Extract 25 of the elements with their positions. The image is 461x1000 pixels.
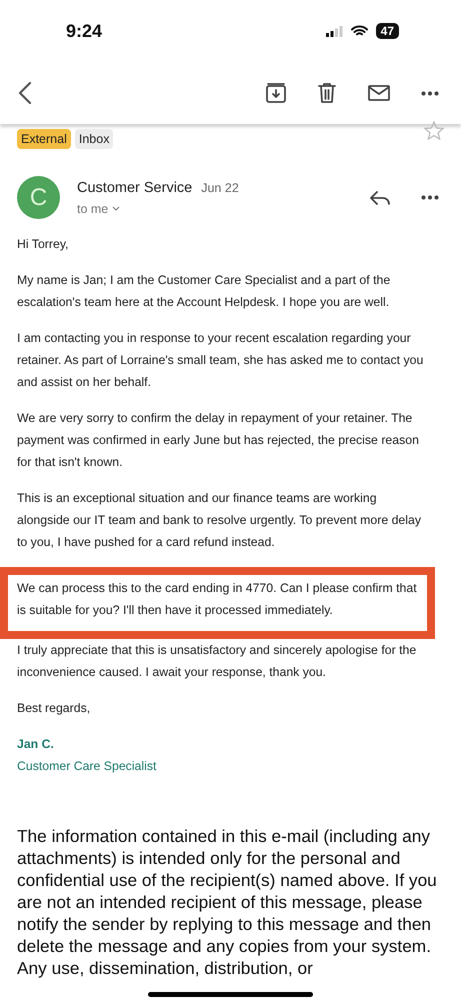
greeting: Hi Torrey, [17,236,70,253]
disclaimer-text: The information contained in this e-mail (including any attachments) is intended only for the personal and confidential use of the recipient(s) named above. If you are not an intended recipient of this message, please notify the sender by replying to this message and then delete the message and any copies from your system. Any use, dissemination, distribution, or [16,825,438,979]
body-paragraph: We can process this to the card ending in 4770. Can I please confirm that is suitable for you? I'll then have it processed immediately. [17,580,418,619]
more-icon [421,90,439,96]
signature-title: Customer Care Specialist [17,758,158,775]
body-paragraph: We are very sorry to confirm the delay in repayment of your retainer. The payment was confirmed in early June but has rejected, the precise reason for that isn't known. [17,410,420,471]
message-date: Jun 22 [201,180,239,194]
battery-level: 47 [376,23,399,39]
sender-avatar: C [17,176,60,219]
body-paragraph: This is an exceptional situation and our finance teams are working alongside our IT team and bank to resolve urgently. To prevent more delay to you, I have pushed for a card refund instead. [17,490,422,551]
body-paragraph: I truly appreciate that this is unsatisfactory and sincerely apologise for the inconvenience caused. I await your response, thank you. [17,642,418,681]
chevron-down-icon [112,206,120,211]
label-chip: External [17,129,71,149]
label-chip: Inbox [74,129,114,149]
more-icon [421,195,439,200]
signature-name: Jan C. [17,736,55,753]
status-time: 9:24 [66,20,102,42]
sender-name: Customer Service [77,180,192,196]
signal-icon [326,26,343,36]
body-paragraph: My name is Jan; I am the Customer Care Specialist and a part of the escalation's team here at the Account Helpdesk. I hope you are well. [17,272,392,311]
star-icon[interactable] [424,120,444,140]
body-paragraph: I am contacting you in response to your recent escalation regarding your retainer. As part of Lorraine's small team, she has asked me to contact you and assist on her behalf. [17,330,424,391]
recipient-toggle[interactable]: to me [77,202,239,216]
closing: Best regards, [17,700,92,717]
wifi-icon [350,25,368,37]
